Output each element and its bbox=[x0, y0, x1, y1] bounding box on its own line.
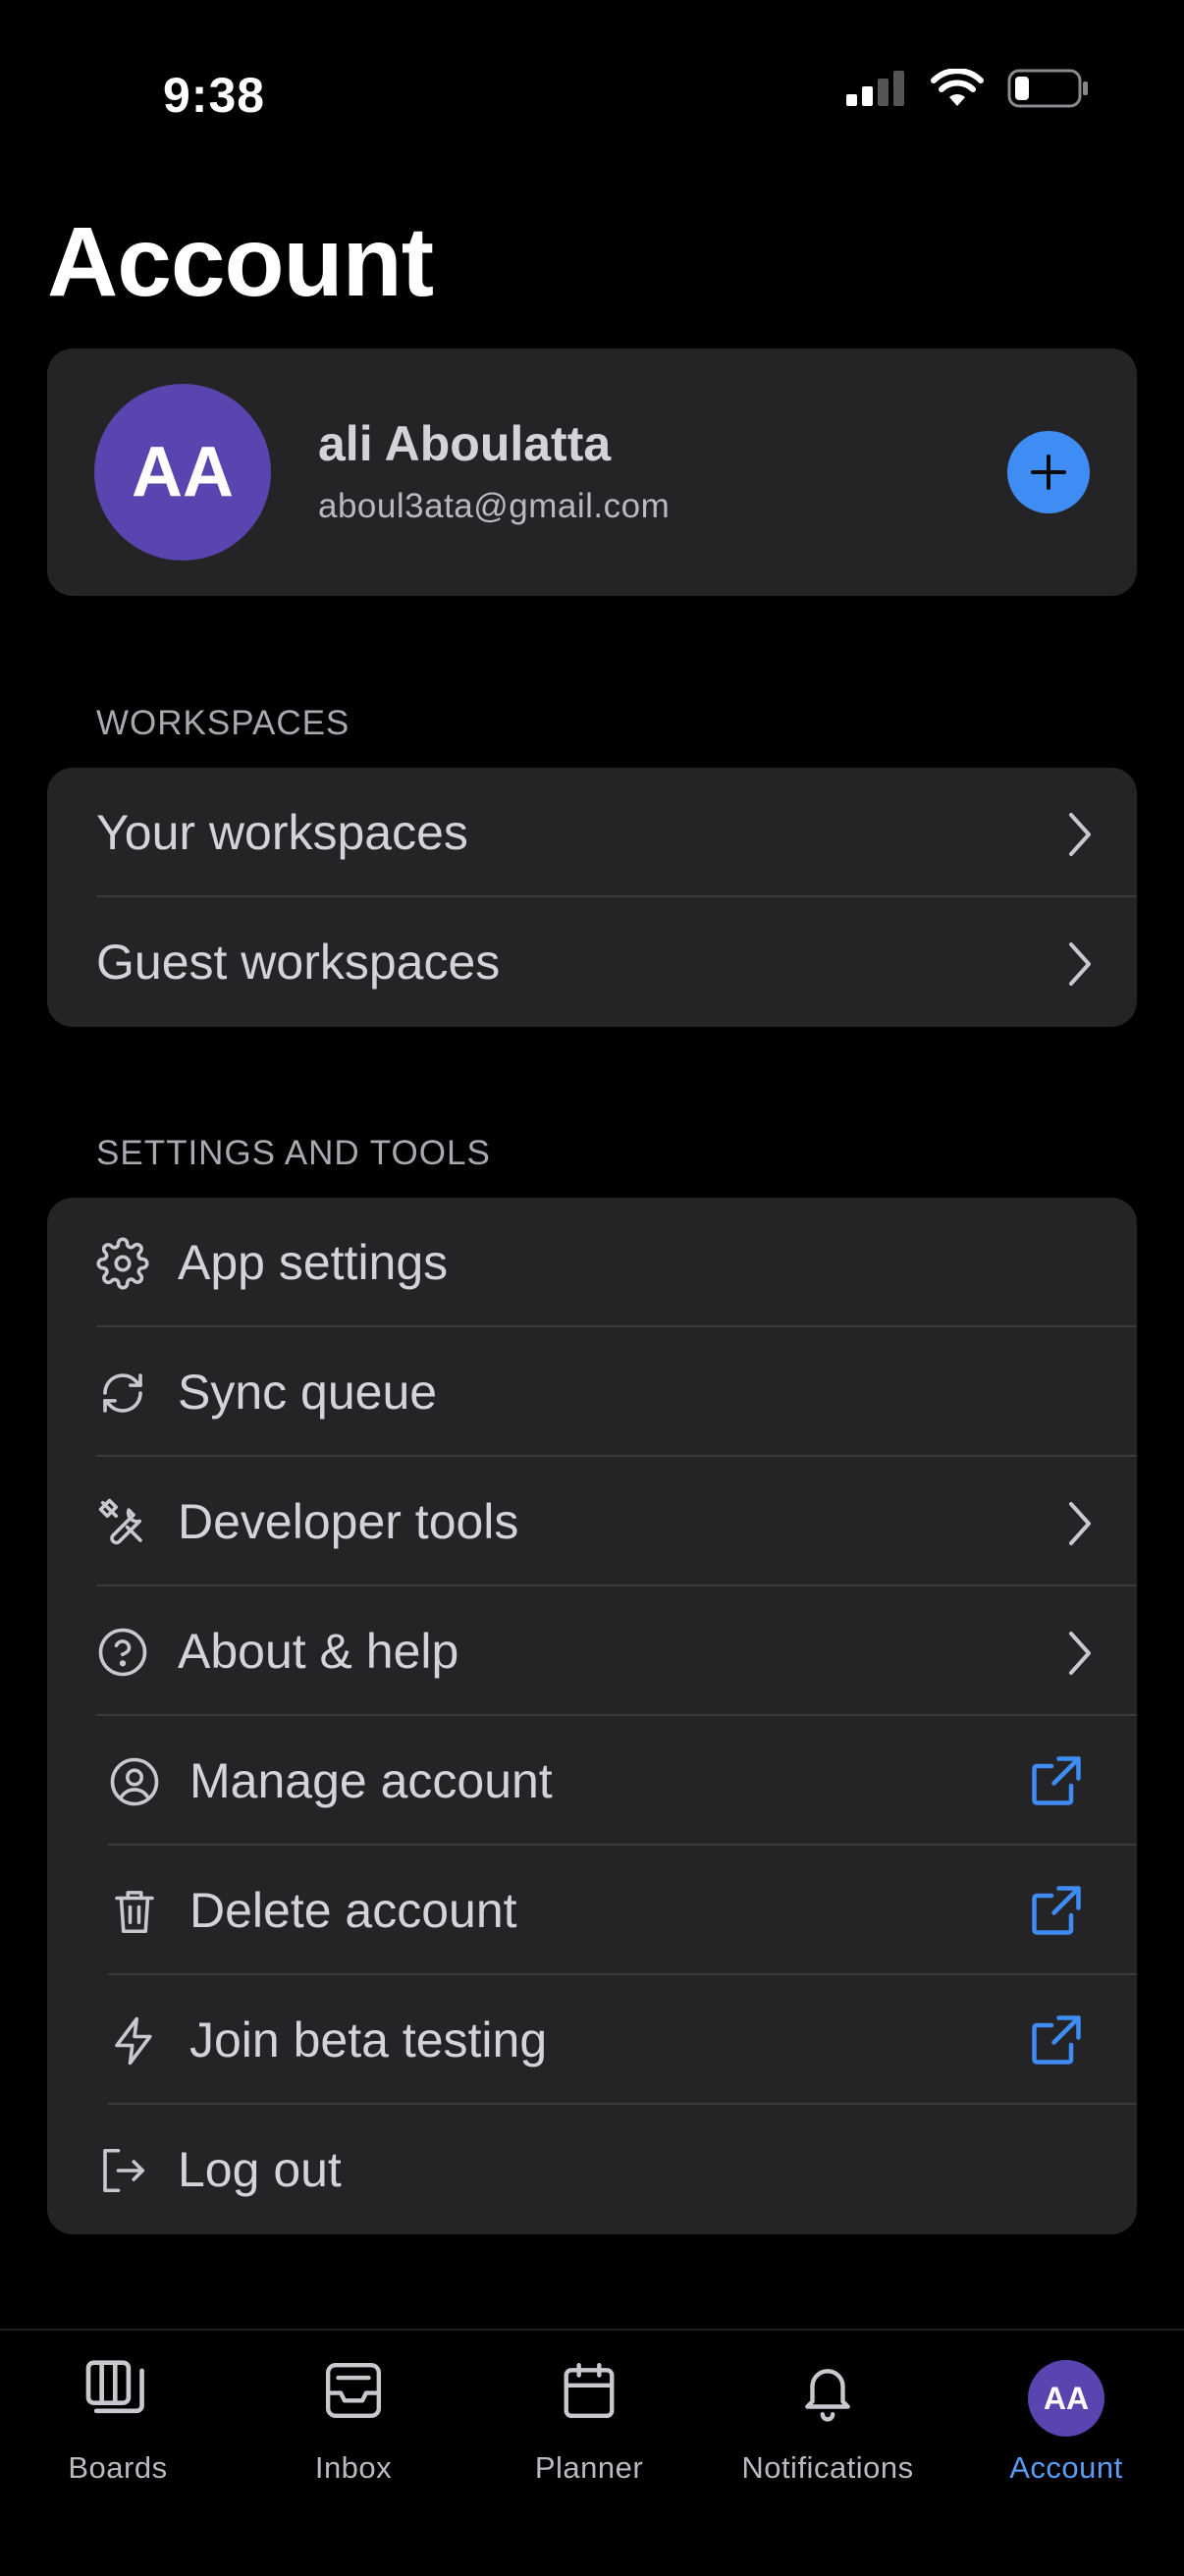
account-avatar: AA bbox=[1028, 2360, 1104, 2437]
gear-icon bbox=[96, 1237, 149, 1290]
tools-icon bbox=[98, 1498, 142, 1545]
battery-icon bbox=[1007, 69, 1088, 108]
row-label: Developer tools bbox=[178, 1494, 519, 1549]
user-circle-icon bbox=[110, 1757, 159, 1806]
add-account-button[interactable] bbox=[1007, 431, 1090, 513]
log-out-row[interactable]: Log out bbox=[47, 2105, 1137, 2234]
profile-name: ali Aboulatta bbox=[318, 416, 612, 471]
tab-label: Inbox bbox=[314, 2450, 393, 2485]
chevron-right-icon bbox=[1069, 942, 1091, 986]
row-label: App settings bbox=[178, 1235, 449, 1290]
join-beta-row[interactable]: Join beta testing bbox=[47, 1975, 1137, 2105]
guest-workspaces-row[interactable]: Guest workspaces bbox=[47, 897, 1137, 1027]
profile-card[interactable]: AA ali Aboulatta aboul3ata@gmail.com bbox=[47, 349, 1137, 596]
status-icons bbox=[846, 69, 1090, 108]
delete-account-row[interactable]: Delete account bbox=[47, 1846, 1137, 1975]
profile-email: aboul3ata@gmail.com bbox=[318, 487, 671, 525]
question-circle-icon bbox=[98, 1628, 147, 1677]
settings-card: App settings Sync queue Developer tools bbox=[47, 1198, 1137, 2234]
your-workspaces-row[interactable]: Your workspaces bbox=[47, 768, 1137, 897]
settings-header: SETTINGS AND TOOLS bbox=[96, 1134, 491, 1172]
bolt-icon bbox=[115, 2016, 152, 2066]
chevron-right-icon bbox=[1069, 813, 1091, 856]
row-label: Delete account bbox=[189, 1883, 517, 1938]
tab-label: Planner bbox=[534, 2450, 644, 2485]
manage-account-row[interactable]: Manage account bbox=[47, 1716, 1137, 1846]
boards-icon bbox=[85, 2360, 144, 2414]
calendar-icon bbox=[564, 2362, 615, 2419]
row-label: Join beta testing bbox=[189, 2012, 548, 2067]
row-label: Guest workspaces bbox=[96, 935, 501, 990]
page-title: Account bbox=[47, 207, 434, 317]
external-link-icon bbox=[1032, 2015, 1081, 2065]
app-settings-row[interactable]: App settings bbox=[47, 1198, 1137, 1327]
row-label: About & help bbox=[178, 1624, 459, 1679]
tab-label: Boards bbox=[68, 2450, 168, 2485]
chevron-right-icon bbox=[1069, 1502, 1091, 1545]
cellular-signal-icon bbox=[846, 71, 904, 106]
developer-tools-row[interactable]: Developer tools bbox=[47, 1457, 1137, 1586]
workspaces-card: Your workspaces Guest workspaces bbox=[47, 768, 1137, 1027]
sync-queue-row[interactable]: Sync queue bbox=[47, 1327, 1137, 1457]
trash-icon bbox=[115, 1891, 154, 1934]
row-label: Manage account bbox=[189, 1753, 553, 1808]
tab-bar: Boards Inbox Planner Notifications AA Ac… bbox=[0, 2329, 1184, 2576]
row-label: Sync queue bbox=[178, 1365, 438, 1420]
row-label: Log out bbox=[178, 2142, 342, 2197]
chevron-right-icon bbox=[1069, 1632, 1091, 1675]
plus-icon bbox=[1031, 455, 1066, 490]
about-help-row[interactable]: About & help bbox=[47, 1586, 1137, 1716]
tab-label: Notifications bbox=[741, 2450, 914, 2485]
avatar: AA bbox=[94, 384, 271, 561]
tab-label: Account bbox=[1009, 2450, 1123, 2485]
bell-icon bbox=[805, 2369, 850, 2422]
status-bar: 9:38 bbox=[0, 0, 1184, 167]
external-link-icon bbox=[1032, 1886, 1081, 1935]
sync-icon bbox=[103, 1373, 142, 1413]
logout-icon bbox=[103, 2148, 145, 2193]
wifi-icon bbox=[931, 69, 984, 106]
inbox-icon bbox=[325, 2362, 382, 2419]
workspaces-header: WORKSPACES bbox=[96, 704, 350, 742]
status-time: 9:38 bbox=[163, 68, 266, 123]
external-link-icon bbox=[1032, 1756, 1081, 1805]
row-label: Your workspaces bbox=[96, 805, 468, 860]
